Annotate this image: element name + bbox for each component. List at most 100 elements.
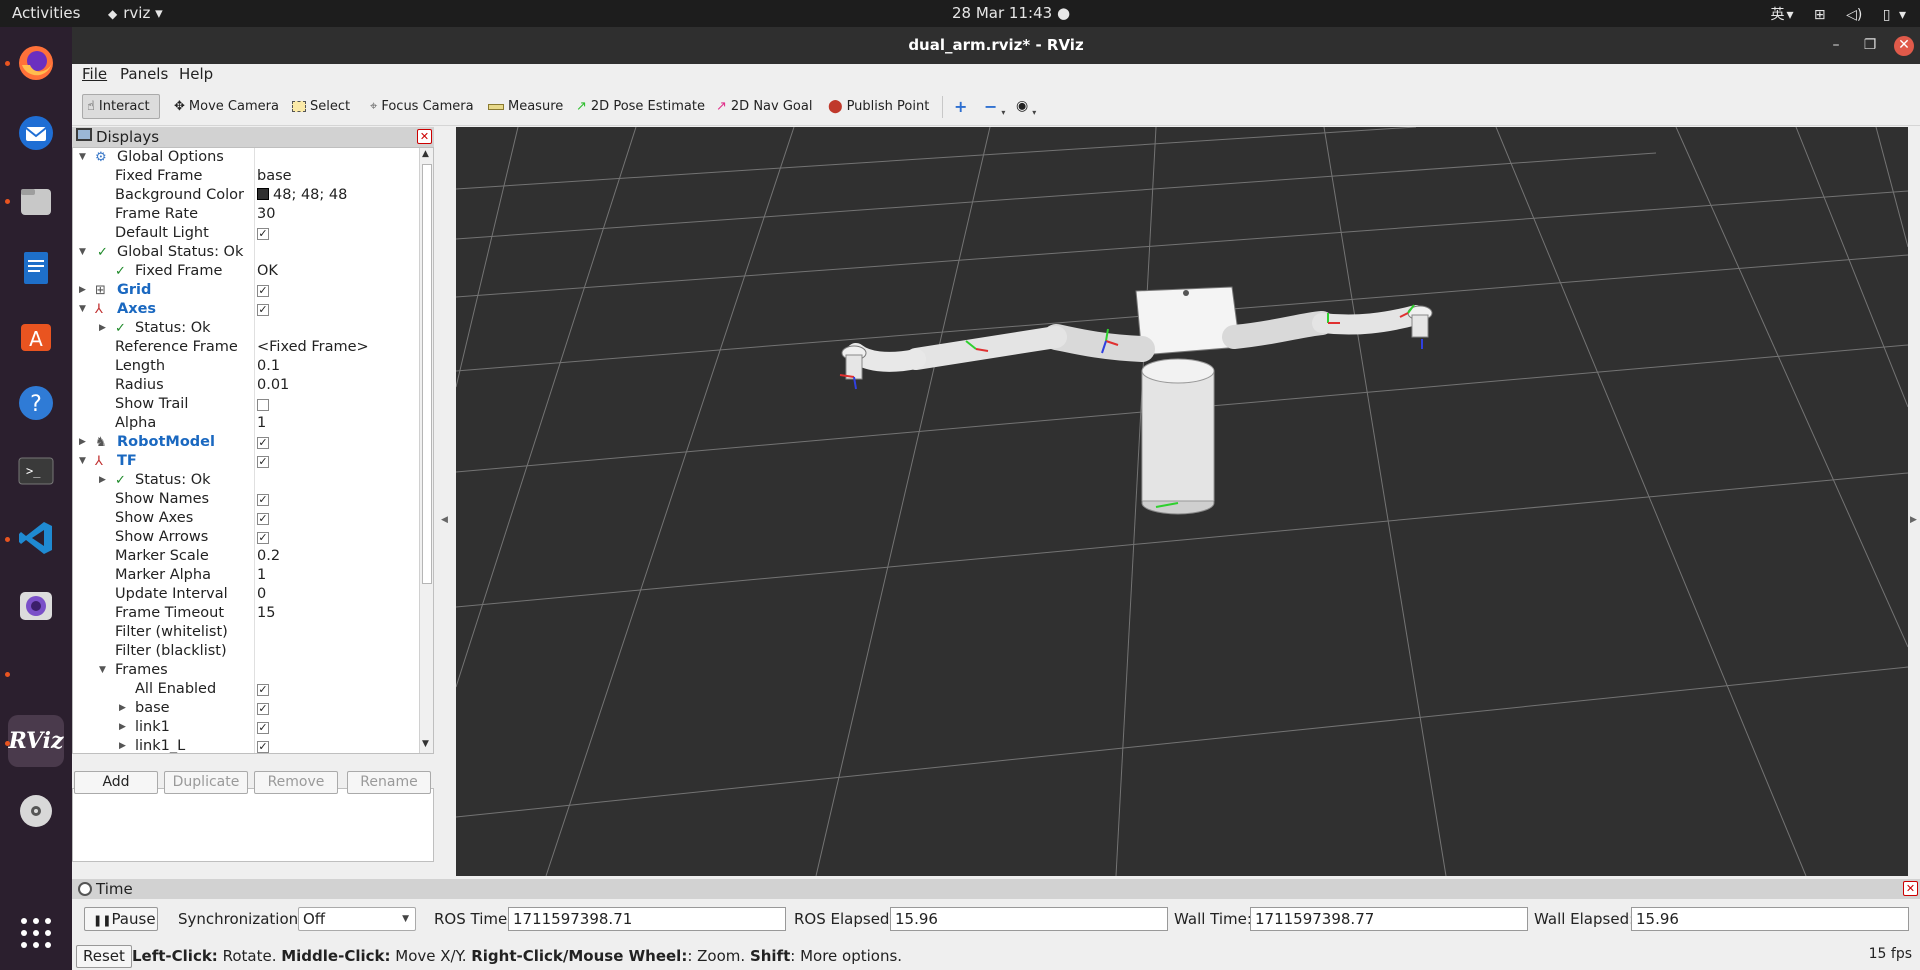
expand-arrow-icon[interactable]: ▼: [79, 452, 86, 471]
close-panel-icon[interactable]: ✕: [417, 129, 432, 144]
robot-model-enabled-checkbox[interactable]: ✓: [257, 437, 269, 449]
expand-arrow-icon[interactable]: ▼: [79, 148, 86, 167]
collapse-arrow-icon[interactable]: ▶: [79, 433, 86, 452]
tree-row-show-axes[interactable]: Show Axes ✓: [73, 509, 419, 528]
tree-row-show-arrows[interactable]: Show Arrows ✓: [73, 528, 419, 547]
remove-display-button[interactable]: Remove: [254, 771, 338, 794]
collapse-arrow-icon[interactable]: ▶: [119, 718, 126, 737]
tree-row-global-options[interactable]: ▼ ⚙ Global Options: [73, 148, 419, 167]
frame-link1-checkbox[interactable]: ✓: [257, 722, 269, 734]
tree-row-tf-status[interactable]: ▶ ✓ Status: Ok: [73, 471, 419, 490]
app-menu[interactable]: ◆ rviz ▾: [108, 4, 163, 22]
software-icon[interactable]: A: [10, 310, 62, 362]
terminal-icon[interactable]: >_: [10, 445, 62, 497]
tree-row-grid[interactable]: ▶ ⊞ Grid ✓: [73, 281, 419, 300]
tree-row-status-fixed-frame[interactable]: ✓ Fixed Frame OK: [73, 262, 419, 281]
nav-goal-tool-button[interactable]: ↗ 2D Nav Goal: [712, 94, 816, 119]
scroll-down-icon[interactable]: ▼: [422, 739, 429, 749]
battery-icon[interactable]: ▯: [1883, 7, 1891, 23]
tree-row-show-names[interactable]: Show Names ✓: [73, 490, 419, 509]
wall-time-field[interactable]: 1711597398.77: [1250, 907, 1528, 931]
disc-icon[interactable]: [10, 785, 62, 837]
frame-base-checkbox[interactable]: ✓: [257, 703, 269, 715]
pause-button[interactable]: ❚❚Pause: [84, 907, 158, 931]
axes-enabled-checkbox[interactable]: ✓: [257, 304, 269, 316]
tree-row-robot-model[interactable]: ▶ ♞ RobotModel ✓: [73, 433, 419, 452]
tree-row-axes-status[interactable]: ▶ ✓ Status: Ok: [73, 319, 419, 338]
collapse-arrow-icon[interactable]: ▶: [79, 281, 86, 300]
length-value[interactable]: 0.1: [257, 357, 280, 376]
pose-estimate-tool-button[interactable]: ↗ 2D Pose Estimate: [572, 94, 709, 119]
grid-enabled-checkbox[interactable]: ✓: [257, 285, 269, 297]
tree-row-filter-whitelist[interactable]: Filter (whitelist): [73, 623, 419, 642]
firefox-icon[interactable]: [10, 37, 62, 89]
tree-row-axes[interactable]: ▼ ⅄ Axes ✓: [73, 300, 419, 319]
tray-dropdown-icon[interactable]: ▾: [1899, 7, 1906, 23]
tree-row-length[interactable]: Length 0.1: [73, 357, 419, 376]
camera-icon[interactable]: [10, 580, 62, 632]
tree-row-update-interval[interactable]: Update Interval 0: [73, 585, 419, 604]
add-display-button[interactable]: Add: [74, 771, 158, 794]
tree-row-global-status[interactable]: ▼ ✓ Global Status: Ok: [73, 243, 419, 262]
tree-row-marker-alpha[interactable]: Marker Alpha 1: [73, 566, 419, 585]
system-tray[interactable]: 英 ▾ ⊞ ◁) ▯ ▾: [1754, 4, 1906, 24]
minimize-icon[interactable]: –: [1826, 36, 1846, 56]
tree-row-tf[interactable]: ▼ ⅄ TF ✓: [73, 452, 419, 471]
marker-scale-value[interactable]: 0.2: [257, 547, 280, 566]
frame-rate-value[interactable]: 30: [257, 205, 275, 224]
volume-icon[interactable]: ◁): [1846, 7, 1862, 23]
frame-link1-l-checkbox[interactable]: ✓: [257, 741, 269, 753]
activities-button[interactable]: Activities: [12, 4, 80, 22]
tree-row-all-enabled[interactable]: All Enabled ✓: [73, 680, 419, 699]
select-tool-button[interactable]: Select: [288, 94, 354, 119]
tree-row-filter-blacklist[interactable]: Filter (blacklist): [73, 642, 419, 661]
collapse-arrow-icon[interactable]: ▶: [99, 471, 106, 490]
show-names-checkbox[interactable]: ✓: [257, 494, 269, 506]
show-axes-checkbox[interactable]: ✓: [257, 513, 269, 525]
add-tool-icon[interactable]: +: [950, 94, 971, 119]
collapse-arrow-icon[interactable]: ▶: [119, 699, 126, 718]
scroll-up-icon[interactable]: ▲: [422, 149, 429, 159]
3d-render-view[interactable]: [456, 127, 1908, 876]
rviz-icon[interactable]: RViz: [8, 715, 64, 767]
interact-tool-button[interactable]: ☝ Interact: [82, 94, 160, 119]
tree-row-alpha[interactable]: Alpha 1: [73, 414, 419, 433]
collapse-arrow-icon[interactable]: ▶: [99, 319, 106, 338]
expand-arrow-icon[interactable]: ▼: [79, 300, 86, 319]
close-icon[interactable]: ✕: [1894, 36, 1914, 56]
view-tool-eye-icon[interactable]: ◉ ▾: [1012, 94, 1040, 119]
menu-panels[interactable]: Panels: [120, 65, 168, 83]
scrollbar-thumb[interactable]: [422, 164, 432, 584]
input-method-indicator[interactable]: 英: [1770, 7, 1784, 23]
rename-display-button[interactable]: Rename: [347, 771, 431, 794]
apps-grid-icon[interactable]: [10, 907, 62, 959]
splitter-left-arrow-icon[interactable]: ◀: [441, 515, 448, 525]
fixed-frame-value[interactable]: base: [257, 167, 292, 186]
tree-row-frame-timeout[interactable]: Frame Timeout 15: [73, 604, 419, 623]
expand-arrow-icon[interactable]: ▼: [99, 661, 106, 680]
help-icon[interactable]: ?: [10, 377, 62, 429]
tree-row-frame-rate[interactable]: Frame Rate 30: [73, 205, 419, 224]
displays-tree[interactable]: ▼ ⚙ Global Options Fixed Frame base Back…: [72, 147, 434, 754]
synchronization-select[interactable]: Off ▼: [298, 907, 416, 931]
collapse-arrow-icon[interactable]: ▶: [119, 737, 126, 753]
measure-tool-button[interactable]: Measure: [484, 94, 567, 119]
reference-frame-value[interactable]: <Fixed Frame>: [257, 338, 369, 357]
remove-tool-icon[interactable]: − ▾: [980, 94, 1009, 119]
panel-splitter[interactable]: ◀: [439, 127, 451, 897]
ros-time-field[interactable]: 1711597398.71: [508, 907, 786, 931]
tree-row-frames[interactable]: ▼ Frames: [73, 661, 419, 680]
menu-help[interactable]: Help: [179, 65, 213, 83]
show-trail-checkbox[interactable]: [257, 399, 269, 411]
focus-camera-tool-button[interactable]: ⌖ Focus Camera: [366, 94, 478, 119]
tree-row-fixed-frame[interactable]: Fixed Frame base: [73, 167, 419, 186]
marker-alpha-value[interactable]: 1: [257, 566, 266, 585]
tree-row-default-light[interactable]: Default Light ✓: [73, 224, 419, 243]
expand-arrow-icon[interactable]: ▼: [79, 243, 86, 262]
files-icon[interactable]: [10, 175, 62, 227]
tf-enabled-checkbox[interactable]: ✓: [257, 456, 269, 468]
tree-row-frame-link1-l[interactable]: ▶ link1_L ✓: [73, 737, 419, 753]
maximize-icon[interactable]: ❐: [1860, 36, 1880, 56]
close-time-panel-icon[interactable]: ✕: [1903, 881, 1918, 896]
displays-scrollbar[interactable]: ▲ ▼: [419, 148, 433, 753]
